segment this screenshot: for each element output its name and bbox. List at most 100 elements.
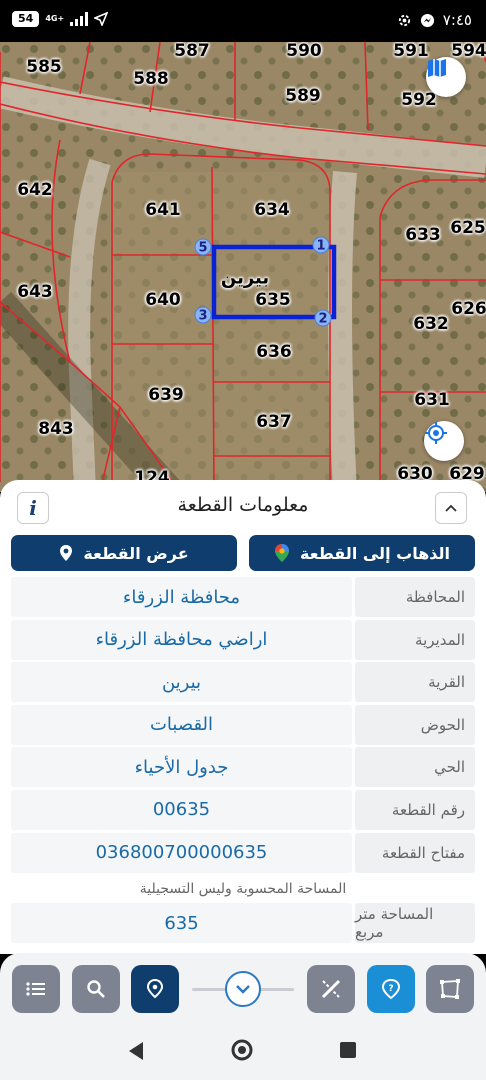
sheet-header: i معلومات القطعة — [0, 480, 486, 534]
battery-indicator: 54 — [12, 11, 40, 27]
parcel-number[interactable]: 626 — [451, 299, 486, 319]
settings-gear-icon — [398, 14, 410, 26]
google-maps-icon — [274, 544, 289, 562]
parcel-number[interactable]: 594 — [451, 42, 486, 61]
detail-row-village: القرية بيرين — [11, 662, 475, 703]
status-right: ٧:٤٥ — [397, 11, 472, 29]
parcel-number[interactable]: 625 — [450, 218, 486, 238]
help-icon: ? — [381, 978, 401, 1000]
location-pin-icon — [146, 978, 164, 999]
parcel-number[interactable]: 590 — [286, 42, 322, 61]
messenger-icon — [420, 13, 434, 27]
show-parcel-label: عرض القطعة — [83, 543, 189, 563]
detail-value: 635 — [11, 903, 352, 944]
area-note: المساحة المحسوبة وليس التسجيلية — [139, 881, 347, 898]
expand-toggle-button[interactable] — [225, 971, 261, 1007]
corner-point-2[interactable]: 2 — [314, 309, 332, 327]
parcel-number[interactable]: 637 — [256, 412, 292, 432]
system-nav-bar — [0, 1025, 486, 1080]
polygon-icon — [440, 979, 460, 999]
network-indicator: 4G+ — [45, 14, 65, 23]
parcel-number[interactable]: 592 — [401, 90, 437, 110]
status-left: 54 4G+ — [12, 11, 109, 27]
corner-point-1[interactable]: 1 — [312, 236, 330, 254]
detail-label: مفتاح القطعة — [355, 832, 475, 873]
measure-tools-icon — [321, 979, 341, 999]
satellite-map[interactable]: 585 587 588 590 591 594 589 592 642 641 … — [0, 42, 486, 492]
back-icon[interactable] — [126, 1040, 146, 1062]
detail-row-directorate: المديرية اراضي محافظة الزرقاء — [11, 619, 475, 660]
bottom-toolbar: ? — [0, 953, 486, 1025]
detail-value: محافظة الزرقاء — [11, 577, 352, 617]
go-to-parcel-label: الذهاب إلى القطعة — [299, 543, 451, 563]
show-parcel-button[interactable]: عرض القطعة — [11, 535, 237, 571]
parcel-number[interactable]: 591 — [393, 42, 429, 61]
map-layers-button[interactable] — [426, 57, 466, 97]
parcel-number[interactable]: 642 — [17, 180, 53, 200]
detail-label: المديرية — [355, 619, 475, 660]
measure-tools-button[interactable] — [307, 965, 355, 1013]
map-layers-icon — [428, 59, 446, 77]
detail-row-area: المساحة متر مربع 635 — [11, 903, 475, 944]
parcel-details: المحافظة محافظة الزرقاء المديرية اراضي م… — [11, 577, 475, 946]
search-button[interactable] — [72, 965, 120, 1013]
clock: ٧:٤٥ — [442, 11, 472, 29]
detail-row-governorate: المحافظة محافظة الزرقاء — [11, 577, 475, 617]
parcel-number[interactable]: 633 — [405, 225, 441, 245]
parcel-number[interactable]: 643 — [17, 282, 53, 302]
sheet-title: معلومات القطعة — [177, 494, 309, 516]
village-label: بيرين — [220, 267, 270, 289]
parcel-number[interactable]: 587 — [174, 42, 210, 61]
action-row: عرض القطعة الذهاب إلى القطعة — [11, 535, 475, 571]
corner-point-3[interactable]: 3 — [194, 306, 212, 324]
recents-icon[interactable] — [339, 1041, 357, 1059]
detail-row-parcel-key: مفتاح القطعة 036800700000635 — [11, 832, 475, 873]
parcel-number[interactable]: 585 — [26, 57, 62, 77]
parcel-number[interactable]: 843 — [38, 419, 74, 439]
home-icon[interactable] — [230, 1038, 254, 1062]
parcel-number[interactable]: 640 — [145, 290, 181, 310]
detail-label: المساحة متر مربع — [355, 903, 475, 944]
location-button[interactable] — [131, 965, 179, 1013]
parcel-number[interactable]: 636 — [256, 342, 292, 362]
detail-label: القرية — [355, 662, 475, 703]
detail-row-basin: الحوض القصبات — [11, 704, 475, 745]
status-bar: 54 4G+ ٧:٤٥ — [0, 0, 486, 42]
list-icon — [26, 982, 45, 996]
location-pin-icon — [60, 545, 73, 561]
detail-label: المحافظة — [355, 577, 475, 617]
svg-text:?: ? — [388, 984, 393, 994]
parcel-number[interactable]: 634 — [254, 200, 290, 220]
corner-point-5[interactable]: 5 — [194, 238, 212, 256]
detail-value: جدول الأحياء — [11, 747, 352, 788]
parcel-info-sheet: i معلومات القطعة عرض القطعة الذهاب إلى ا… — [0, 480, 486, 954]
help-button[interactable]: ? — [367, 965, 415, 1013]
collapse-button[interactable] — [435, 492, 467, 524]
detail-label: رقم القطعة — [355, 789, 475, 830]
detail-value: 036800700000635 — [11, 832, 352, 873]
parcel-number[interactable]: 589 — [285, 86, 321, 106]
detail-label: الحي — [355, 747, 475, 788]
locate-me-button[interactable] — [424, 421, 464, 461]
go-to-parcel-button[interactable]: الذهاب إلى القطعة — [249, 535, 475, 571]
polygon-button[interactable] — [426, 965, 474, 1013]
detail-value: بيرين — [11, 662, 352, 703]
parcel-number[interactable]: 632 — [413, 314, 449, 334]
parcel-number[interactable]: 639 — [148, 385, 184, 405]
gps-locate-icon — [425, 422, 447, 444]
chevron-down-icon — [236, 985, 250, 994]
detail-value: اراضي محافظة الزرقاء — [11, 619, 352, 660]
detail-row-parcel-number: رقم القطعة 00635 — [11, 789, 475, 830]
parcel-number[interactable]: 641 — [145, 200, 181, 220]
chevron-up-icon — [445, 504, 457, 512]
detail-label: الحوض — [355, 704, 475, 745]
detail-row-neighborhood: الحي جدول الأحياء — [11, 747, 475, 788]
signal-icon — [70, 12, 89, 26]
location-arrow-icon — [94, 12, 109, 26]
parcel-number[interactable]: 588 — [133, 69, 169, 89]
parcel-number[interactable]: 635 — [255, 290, 291, 310]
detail-value: القصبات — [11, 704, 352, 745]
list-button[interactable] — [12, 965, 60, 1013]
parcel-number[interactable]: 631 — [414, 390, 450, 410]
search-icon — [87, 980, 105, 998]
